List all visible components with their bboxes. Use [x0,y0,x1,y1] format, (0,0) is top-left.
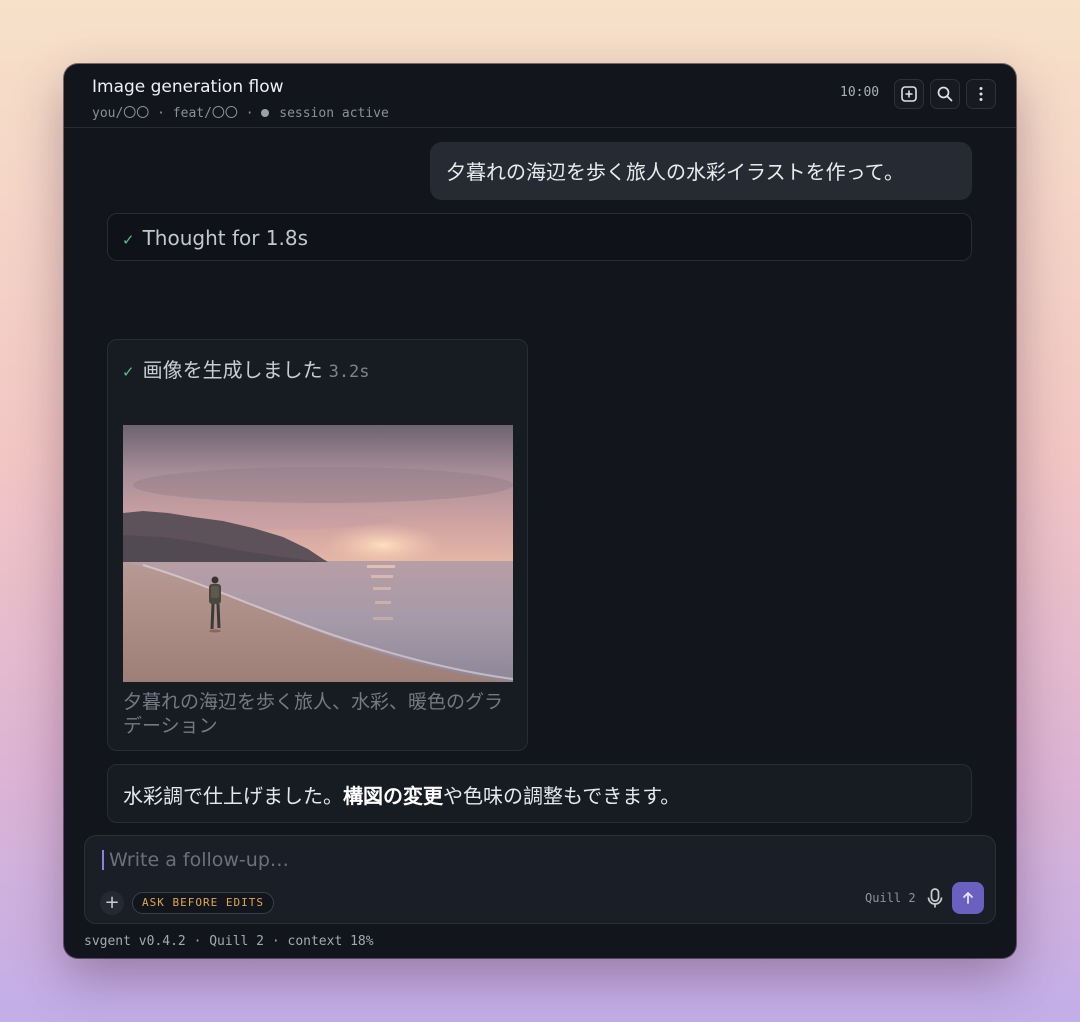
generation-status: ✓ 画像を生成しました 3.2s [122,354,370,383]
arrow-up-icon [963,892,973,904]
branch-feat: feat/〇〇 [172,106,238,121]
send-button[interactable] [952,882,984,914]
mode-badge[interactable]: ASK BEFORE EDITS [132,892,274,914]
microphone-icon [927,888,943,908]
reply-text-bold: 構図の変更 [343,784,443,808]
header-bar: Image generation flow you/〇〇 · feat/〇〇 ·… [64,64,1016,128]
plus-icon: + [104,892,120,913]
thought-summary[interactable]: ✓ Thought for 1.8s [107,213,972,261]
text-caret [102,850,104,870]
user-message: 夕暮れの海辺を歩く旅人の水彩イラストを作って。 [430,142,972,200]
session-status-dot [261,109,270,117]
image-caption: 夕暮れの海辺を歩く旅人、水彩、暖色のグラデーション [123,691,504,737]
composer: + ASK BEFORE EDITS Quill 2 [84,835,996,924]
reply-text-after: や色味の調整もできます。 [443,784,681,808]
branch-user: you/〇〇 [92,106,150,121]
search-icon [937,86,953,102]
generation-label: 画像を生成しました [142,358,323,382]
assistant-reply: 水彩調で仕上げました。構図の変更や色味の調整もできます。 [107,764,972,823]
model-selector[interactable]: Quill 2 [865,891,916,905]
thought-label: Thought for 1.8s [142,226,309,250]
conversation-area: 夕暮れの海辺を歩く旅人の水彩イラストを作って。 ✓ Thought for 1.8… [64,128,1016,828]
attach-button[interactable]: + [100,891,124,915]
generated-image[interactable] [123,425,513,682]
more-vertical-icon [979,87,983,101]
plus-square-icon [901,86,917,102]
app-window: Image generation flow you/〇〇 · feat/〇〇 ·… [64,64,1016,958]
image-generation-card: ✓ 画像を生成しました 3.2s 夕暮れの海辺を歩く旅人、水彩、暖色のグラデーシ… [107,339,528,751]
mic-button[interactable] [923,886,947,910]
new-chat-button[interactable] [894,79,924,109]
clock: 10:00 [840,85,880,100]
follow-up-input[interactable] [109,846,969,874]
page-title: Image generation flow [92,77,284,97]
reply-text-before: 水彩調で仕上げました。 [123,784,343,808]
more-options-button[interactable] [966,79,996,109]
beach-sunset-illustration [123,425,513,682]
search-button[interactable] [930,79,960,109]
generation-duration: 3.2s [328,362,370,382]
check-icon: ✓ [122,231,135,249]
session-status: session active [279,106,389,121]
status-footer: svgent v0.4.2 · Quill 2 · context 18% [84,934,374,949]
check-icon: ✓ [122,363,135,381]
breadcrumb: you/〇〇 · feat/〇〇 · session active [92,106,389,121]
